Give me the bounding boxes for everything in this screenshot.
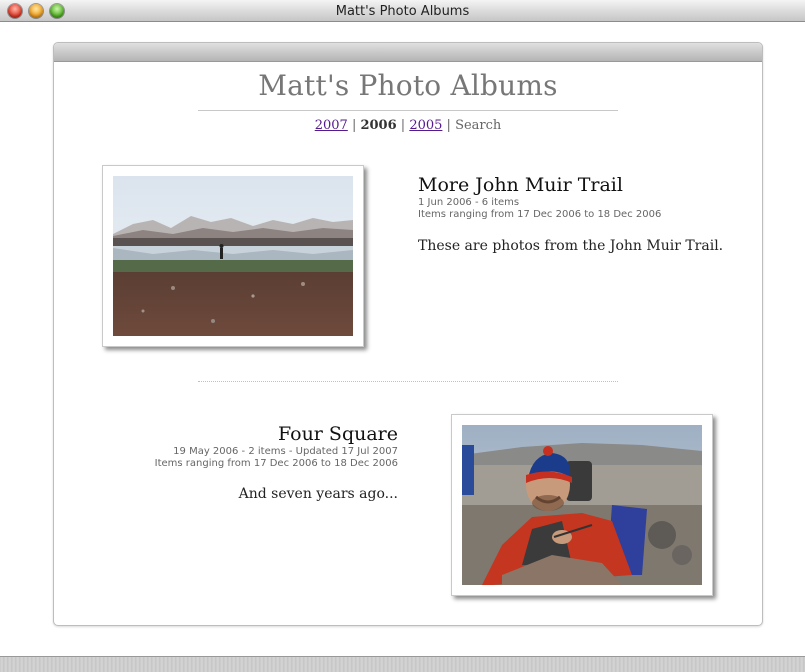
year-link-2005[interactable]: 2005 bbox=[409, 118, 442, 133]
title-divider bbox=[198, 110, 618, 111]
album-description: And seven years ago... bbox=[238, 486, 398, 502]
nav-separator: | bbox=[442, 118, 456, 133]
album-meta-range: Items ranging from 17 Dec 2006 to 18 Dec… bbox=[418, 209, 662, 220]
album-thumbnail-four-square[interactable] bbox=[451, 414, 713, 596]
page-title: Matt's Photo Albums bbox=[258, 69, 558, 102]
album-title[interactable]: More John Muir Trail bbox=[418, 174, 623, 196]
album-thumbnail-john-muir-trail[interactable] bbox=[102, 165, 364, 347]
page-panel: Matt's Photo Albums 2007 | 2006 | 2005 |… bbox=[53, 42, 763, 626]
window-title-bar[interactable]: Matt's Photo Albums bbox=[0, 0, 805, 22]
mountain-lake-photo[interactable] bbox=[113, 176, 353, 336]
panel-header-strip bbox=[54, 43, 762, 62]
album-description: These are photos from the John Muir Trai… bbox=[418, 238, 724, 254]
year-current-2006: 2006 bbox=[360, 118, 397, 133]
album-meta-date: 1 Jun 2006 - 6 items bbox=[418, 197, 520, 208]
hiker-portrait-photo[interactable] bbox=[462, 425, 702, 585]
search-link[interactable]: Search bbox=[455, 118, 501, 133]
year-link-2007[interactable]: 2007 bbox=[315, 118, 348, 133]
album-divider bbox=[198, 381, 618, 382]
nav-separator: | bbox=[396, 118, 410, 133]
album-title[interactable]: Four Square bbox=[278, 423, 398, 445]
album-meta-date: 19 May 2006 - 2 items - Updated 17 Jul 2… bbox=[173, 446, 398, 457]
year-navigation: 2007 | 2006 | 2005 | Search bbox=[54, 118, 762, 133]
window-title: Matt's Photo Albums bbox=[335, 4, 470, 19]
window-bottom-bar bbox=[0, 656, 805, 672]
nav-separator: | bbox=[347, 118, 361, 133]
album-meta-range: Items ranging from 17 Dec 2006 to 18 Dec… bbox=[154, 458, 398, 469]
